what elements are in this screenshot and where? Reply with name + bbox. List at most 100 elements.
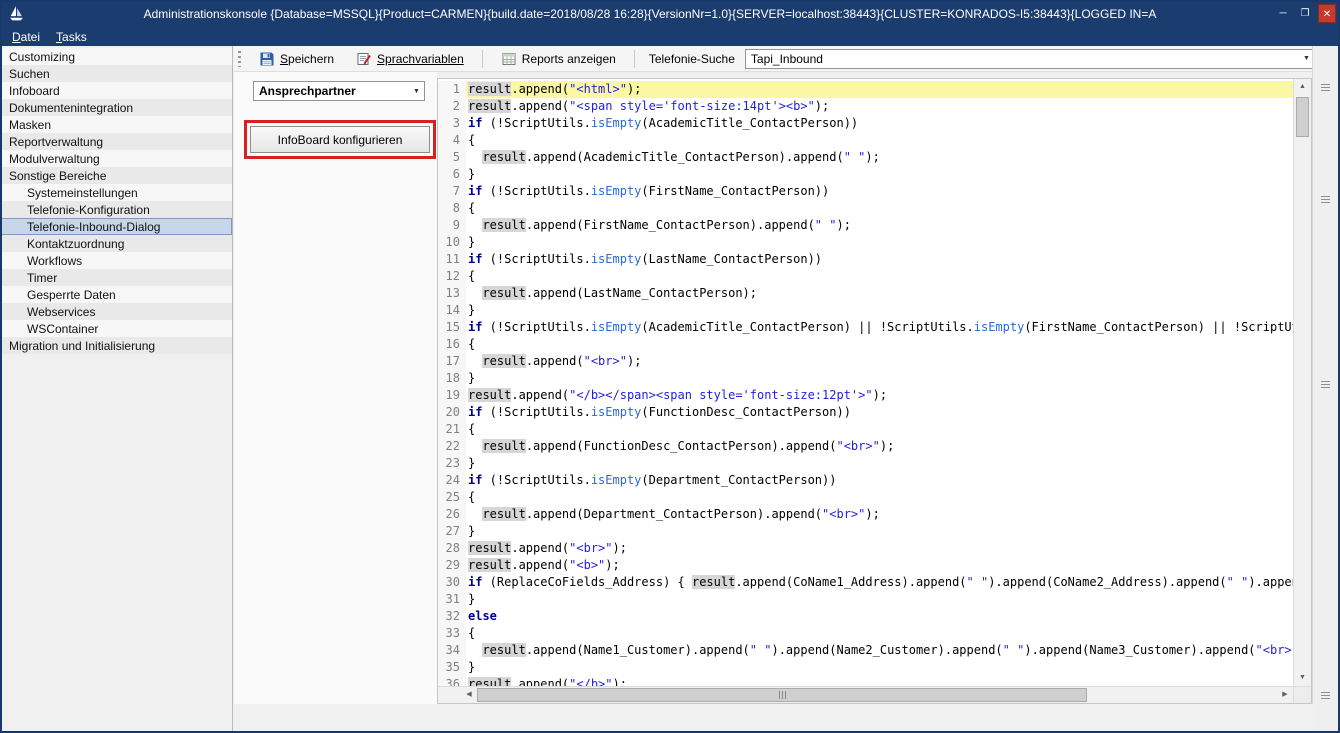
code-line-31[interactable]: 31} [438, 591, 1293, 608]
code-text: { [466, 625, 1293, 642]
sidebar-item-gesperrte-daten[interactable]: Gesperrte Daten [0, 286, 232, 303]
sidebar-item-sonstige-bereiche[interactable]: Sonstige Bereiche [0, 167, 232, 184]
sidebar-item-telefonie-inbound-dialog[interactable]: Telefonie-Inbound-Dialog [0, 218, 232, 235]
sidebar-item-timer[interactable]: Timer [0, 269, 232, 286]
code-line-11[interactable]: 11if (!ScriptUtils.isEmpty(LastName_Cont… [438, 251, 1293, 268]
sidebar-item-reportverwaltung[interactable]: Reportverwaltung [0, 133, 232, 150]
menu-item-tasks[interactable]: Tasks [56, 30, 87, 44]
code-line-35[interactable]: 35} [438, 659, 1293, 676]
vertical-scrollbar[interactable]: ▲ ▼ [1293, 79, 1311, 686]
sidebar-item-migration-und-initialisierung[interactable]: Migration und Initialisierung [0, 337, 232, 354]
sidebar-item-infoboard[interactable]: Infoboard [0, 82, 232, 99]
code-line-24[interactable]: 24if (!ScriptUtils.isEmpty(Department_Co… [438, 472, 1293, 489]
code-line-9[interactable]: 9 result.append(FirstName_ContactPerson)… [438, 217, 1293, 234]
collapsed-panel-grip-icon[interactable] [1321, 381, 1330, 382]
code-line-5[interactable]: 5 result.append(AcademicTitle_ContactPer… [438, 149, 1293, 166]
code-line-19[interactable]: 19result.append("</b></span><span style=… [438, 387, 1293, 404]
sidebar-item-webservices[interactable]: Webservices [0, 303, 232, 320]
code-line-21[interactable]: 21{ [438, 421, 1293, 438]
code-line-27[interactable]: 27} [438, 523, 1293, 540]
toolbar-grip-handle[interactable] [238, 51, 241, 67]
code-line-12[interactable]: 12{ [438, 268, 1293, 285]
code-line-33[interactable]: 33{ [438, 625, 1293, 642]
ansprechpartner-combobox[interactable]: Ansprechpartner ▼ [253, 81, 425, 101]
code-text: result.append("<b>"); [466, 557, 1293, 574]
save-button[interactable]: Speichern [251, 48, 342, 70]
code-line-18[interactable]: 18} [438, 370, 1293, 387]
code-line-26[interactable]: 26 result.append(Department_ContactPerso… [438, 506, 1293, 523]
sidebar-item-dokumentenintegration[interactable]: Dokumentenintegration [0, 99, 232, 116]
code-text: result.append(AcademicTitle_ContactPerso… [466, 149, 1293, 166]
code-line-4[interactable]: 4{ [438, 132, 1293, 149]
language-variables-label: Sprachvariablen [377, 52, 464, 66]
code-line-7[interactable]: 7if (!ScriptUtils.isEmpty(FirstName_Cont… [438, 183, 1293, 200]
horizontal-scrollbar-thumb[interactable] [477, 688, 1087, 702]
code-line-28[interactable]: 28result.append("<br>"); [438, 540, 1293, 557]
code-line-20[interactable]: 20if (!ScriptUtils.isEmpty(FunctionDesc_… [438, 404, 1293, 421]
code-text: } [466, 234, 1293, 251]
collapsed-panel-grip-icon[interactable] [1321, 196, 1330, 197]
code-line-36[interactable]: 36result.append("</b>"); [438, 676, 1293, 686]
code-line-15[interactable]: 15if (!ScriptUtils.isEmpty(AcademicTitle… [438, 319, 1293, 336]
close-button[interactable]: ✕ [1318, 4, 1336, 23]
toolbar: Speichern Sprachvariablen Reports anzeig… [234, 46, 1340, 72]
code-line-29[interactable]: 29result.append("<b>"); [438, 557, 1293, 574]
code-text: result.append(FunctionDesc_ContactPerson… [466, 438, 1293, 455]
scroll-up-arrow-icon[interactable]: ▲ [1294, 79, 1311, 95]
sidebar-item-wscontainer[interactable]: WSContainer [0, 320, 232, 337]
language-variables-icon [356, 51, 372, 67]
telefonie-suche-combobox[interactable]: Tapi_Inbound ▼ [745, 49, 1315, 69]
code-lines[interactable]: 1result.append("<html>");2result.append(… [438, 79, 1293, 686]
code-text: } [466, 523, 1293, 540]
infoboard-konfigurieren-button[interactable]: InfoBoard konfigurieren [250, 126, 430, 153]
sidebar-item-kontaktzuordnung[interactable]: Kontaktzuordnung [0, 235, 232, 252]
code-line-16[interactable]: 16{ [438, 336, 1293, 353]
vertical-scrollbar-thumb[interactable] [1296, 97, 1309, 137]
code-line-6[interactable]: 6} [438, 166, 1293, 183]
code-line-14[interactable]: 14} [438, 302, 1293, 319]
code-text: result.append("<br>"); [466, 540, 1293, 557]
code-line-3[interactable]: 3if (!ScriptUtils.isEmpty(AcademicTitle_… [438, 115, 1293, 132]
code-line-34[interactable]: 34 result.append(Name1_Customer).append(… [438, 642, 1293, 659]
collapsed-panel-grip-icon[interactable] [1321, 692, 1330, 693]
code-line-23[interactable]: 23} [438, 455, 1293, 472]
code-line-10[interactable]: 10} [438, 234, 1293, 251]
code-text: { [466, 489, 1293, 506]
line-number: 14 [438, 302, 466, 319]
language-variables-button[interactable]: Sprachvariablen [348, 48, 472, 70]
sidebar-item-modulverwaltung[interactable]: Modulverwaltung [0, 150, 232, 167]
code-line-13[interactable]: 13 result.append(LastName_ContactPerson)… [438, 285, 1293, 302]
scroll-down-arrow-icon[interactable]: ▼ [1294, 670, 1311, 686]
sidebar-item-customizing[interactable]: Customizing [0, 48, 232, 65]
code-line-2[interactable]: 2result.append("<span style='font-size:1… [438, 98, 1293, 115]
code-line-22[interactable]: 22 result.append(FunctionDesc_ContactPer… [438, 438, 1293, 455]
sidebar-item-telefonie-konfiguration[interactable]: Telefonie-Konfiguration [0, 201, 232, 218]
menu-item-datei[interactable]: Datei [12, 30, 40, 44]
maximize-button[interactable]: ❐ [1296, 4, 1314, 23]
minimize-button[interactable]: ─ [1274, 4, 1292, 23]
code-line-17[interactable]: 17 result.append("<br>"); [438, 353, 1293, 370]
code-line-25[interactable]: 25{ [438, 489, 1293, 506]
right-panel-strip [1312, 46, 1339, 731]
code-text: { [466, 336, 1293, 353]
sidebar-item-masken[interactable]: Masken [0, 116, 232, 133]
scroll-left-arrow-icon[interactable]: ◀ [461, 687, 477, 703]
sidebar-item-workflows[interactable]: Workflows [0, 252, 232, 269]
code-text: result.append("<br>"); [466, 353, 1293, 370]
code-line-1[interactable]: 1result.append("<html>"); [438, 81, 1293, 98]
code-line-8[interactable]: 8{ [438, 200, 1293, 217]
code-line-32[interactable]: 32else [438, 608, 1293, 625]
horizontal-scrollbar-track[interactable] [477, 687, 1277, 703]
sidebar-item-suchen[interactable]: Suchen [0, 65, 232, 82]
code-line-30[interactable]: 30if (ReplaceCoFields_Address) { result.… [438, 574, 1293, 591]
toolbar-separator [482, 50, 483, 68]
collapsed-panel-grip-icon[interactable] [1321, 84, 1330, 85]
config-panel: Ansprechpartner ▼ InfoBoard konfiguriere… [234, 72, 437, 706]
line-number: 5 [438, 149, 466, 166]
scroll-right-arrow-icon[interactable]: ▶ [1277, 687, 1293, 703]
horizontal-scrollbar[interactable]: ◀ ▶ [438, 686, 1311, 703]
sidebar-item-systemeinstellungen[interactable]: Systemeinstellungen [0, 184, 232, 201]
window-controls: ─ ❐ ✕ [1274, 4, 1336, 23]
show-reports-button[interactable]: Reports anzeigen [493, 48, 624, 70]
chevron-down-icon[interactable]: ▼ [409, 88, 424, 95]
